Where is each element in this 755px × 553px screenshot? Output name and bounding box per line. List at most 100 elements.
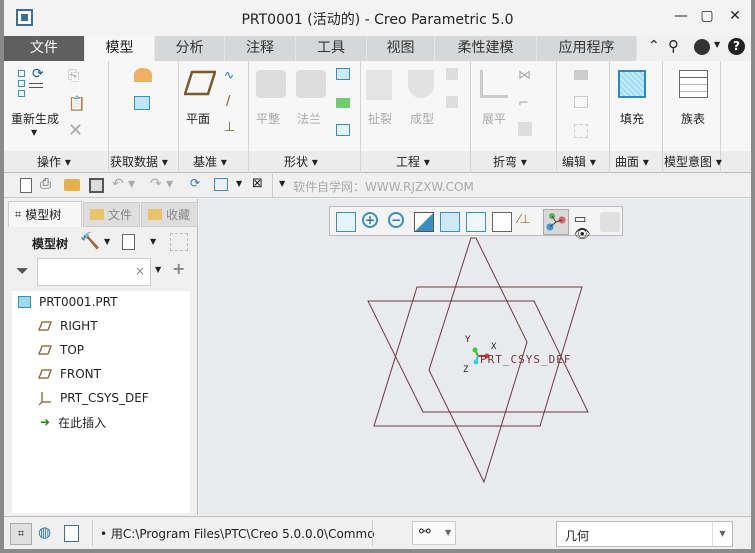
- swept-wall-icon[interactable]: [336, 124, 350, 136]
- group-get-data[interactable]: 获取数据 ▾: [110, 153, 168, 170]
- redo-icon[interactable]: ↷ ▾: [150, 176, 173, 192]
- open-folder-icon[interactable]: [64, 179, 80, 191]
- close-window-icon[interactable]: ⊠: [252, 176, 263, 191]
- datum-axis-icon[interactable]: /: [226, 94, 230, 109]
- chevron-down-icon[interactable]: ▼: [236, 179, 242, 188]
- tab-model[interactable]: 模型: [85, 36, 155, 61]
- find-button[interactable]: ⚯ ▼: [412, 521, 456, 545]
- split-icon[interactable]: [574, 124, 588, 138]
- selection-filter-dropdown[interactable]: 几何 ▼: [556, 521, 733, 547]
- wall-icon[interactable]: [336, 68, 350, 80]
- favorites-folder-icon: [148, 209, 162, 220]
- regenerate-small-icon[interactable]: ⟳: [190, 176, 200, 190]
- csys-label[interactable]: PRT_CSYS_DEF: [480, 353, 571, 366]
- tab-applications[interactable]: 应用程序: [537, 36, 637, 61]
- regenerate-label: 重新生成: [11, 112, 60, 126]
- windows-icon[interactable]: [214, 178, 228, 191]
- show-list-icon[interactable]: [122, 234, 135, 250]
- settings-tools-icon[interactable]: 🔨: [80, 231, 100, 250]
- import-icon[interactable]: [134, 96, 150, 110]
- extend-icon[interactable]: [574, 96, 588, 108]
- unbend-icon[interactable]: [480, 70, 508, 98]
- print-icon[interactable]: ⎙: [40, 176, 51, 192]
- flat-pattern-icon[interactable]: [518, 122, 532, 136]
- tab-analysis[interactable]: 分析: [155, 36, 225, 61]
- y-axis-marker: [472, 347, 478, 353]
- save-icon[interactable]: [89, 178, 104, 193]
- rip-icon[interactable]: [366, 70, 392, 100]
- add-icon[interactable]: +: [172, 259, 185, 278]
- browser-icon[interactable]: ◍: [38, 523, 51, 541]
- edge-bend-icon[interactable]: [446, 96, 458, 108]
- bend-icon[interactable]: ⋈: [518, 68, 531, 83]
- ribbon-tabs: 文件 模型 分析 注释 工具 视图 柔性建模 应用程序 ⌃ ⚲ ▼ ?: [4, 36, 751, 61]
- copy-icon[interactable]: ⎘: [68, 68, 79, 84]
- tree-item-right[interactable]: RIGHT: [38, 316, 98, 336]
- minimize-button[interactable]: —: [670, 8, 692, 24]
- learning-icon[interactable]: [694, 39, 710, 55]
- clear-icon[interactable]: ×: [135, 264, 145, 278]
- toggle-navigator-icon[interactable]: ⌗: [10, 523, 32, 545]
- maximize-button[interactable]: ▢: [696, 8, 718, 24]
- filter-search-input[interactable]: ×: [37, 258, 151, 286]
- tab-flexible-modeling[interactable]: 柔性建模: [435, 36, 537, 61]
- graphics-window[interactable]: + − ⁄⊥ ▭👁 Y X Z PRT_CSYS_DEF: [199, 199, 751, 515]
- tree-item-insert-here[interactable]: ➜ 在此插入: [40, 412, 106, 432]
- tab-folder-browser[interactable]: 文件: [83, 202, 140, 227]
- group-operations[interactable]: 操作 ▾: [37, 153, 71, 170]
- group-datum[interactable]: 基准 ▾: [193, 153, 227, 170]
- form-icon[interactable]: [408, 70, 434, 98]
- close-button[interactable]: ✕: [724, 8, 746, 24]
- form-label: 成型: [410, 112, 435, 126]
- tab-view[interactable]: 视图: [367, 36, 435, 61]
- new-file-icon[interactable]: [20, 178, 32, 193]
- tree-item-label: FRONT: [60, 367, 101, 381]
- corner-relief-icon[interactable]: [446, 68, 458, 80]
- tab-tools[interactable]: 工具: [296, 36, 367, 61]
- tab-favorites[interactable]: 收藏: [141, 202, 198, 227]
- tree-item-csys[interactable]: PRT_CSYS_DEF: [38, 388, 149, 408]
- tree-item-front[interactable]: FRONT: [38, 364, 101, 384]
- flatten-icon[interactable]: [256, 70, 286, 98]
- undo-icon[interactable]: ↶ ▾: [112, 176, 135, 192]
- tab-label: 模型树: [25, 208, 62, 222]
- full-screen-icon[interactable]: [64, 525, 79, 542]
- tree-item-top[interactable]: TOP: [38, 340, 84, 360]
- group-bends[interactable]: 折弯 ▾: [493, 153, 527, 170]
- tab-file[interactable]: 文件: [4, 36, 85, 61]
- tab-annotate[interactable]: 注释: [225, 36, 296, 61]
- group-engineering[interactable]: 工程 ▾: [396, 153, 430, 170]
- tree-item-label: PRT0001.PRT: [39, 295, 118, 309]
- flange-icon[interactable]: [296, 70, 326, 98]
- model-tree-label: 模型树: [32, 237, 69, 251]
- edit-pattern-icon[interactable]: [574, 70, 588, 80]
- group-surfaces[interactable]: 曲面 ▾: [615, 153, 649, 170]
- delete-icon[interactable]: ✕: [68, 120, 83, 141]
- hide-icon[interactable]: [170, 233, 188, 251]
- csys-icon[interactable]: ⊥: [224, 120, 235, 135]
- chevron-down-icon[interactable]: ▼: [714, 40, 720, 49]
- unbend-label: 展平: [482, 112, 507, 126]
- tree-item-part[interactable]: PRT0001.PRT: [18, 292, 117, 312]
- collapse-ribbon-icon[interactable]: ⌃: [648, 38, 660, 54]
- get-data-icon[interactable]: [134, 68, 152, 82]
- filter-icon: ⏷: [16, 261, 29, 280]
- chevron-down-icon[interactable]: ▼: [150, 237, 156, 246]
- tab-model-tree[interactable]: ⌗ 模型树: [8, 201, 82, 227]
- group-label: 曲面: [615, 155, 640, 169]
- help-icon[interactable]: ?: [728, 38, 745, 55]
- group-editing[interactable]: 编辑 ▾: [562, 153, 596, 170]
- app-window: PRT0001 (活动的) - Creo Parametric 5.0 — ▢ …: [4, 0, 751, 549]
- group-model-intent[interactable]: 模型意图 ▾: [664, 153, 722, 170]
- chevron-down-icon[interactable]: ▼: [155, 265, 161, 274]
- customize-toolbar-icon[interactable]: ▼: [279, 179, 285, 188]
- search-icon[interactable]: ⚲: [668, 37, 679, 55]
- paste-icon[interactable]: 📋: [68, 96, 85, 112]
- chevron-down-icon[interactable]: ▼: [104, 237, 110, 246]
- group-shapes[interactable]: 形状 ▾: [284, 153, 318, 170]
- sketch-curve-icon[interactable]: ∿: [224, 68, 234, 82]
- bend-back-icon[interactable]: ⌐: [518, 96, 529, 111]
- datum-plane-icon: [38, 369, 52, 379]
- planar-wall-icon[interactable]: [336, 98, 350, 108]
- navigator-panel: ⌗ 模型树 文件 收藏 模型树 🔨 ▼ ▼ ⏷ × ▼ + PRT0001.PRT…: [4, 199, 198, 515]
